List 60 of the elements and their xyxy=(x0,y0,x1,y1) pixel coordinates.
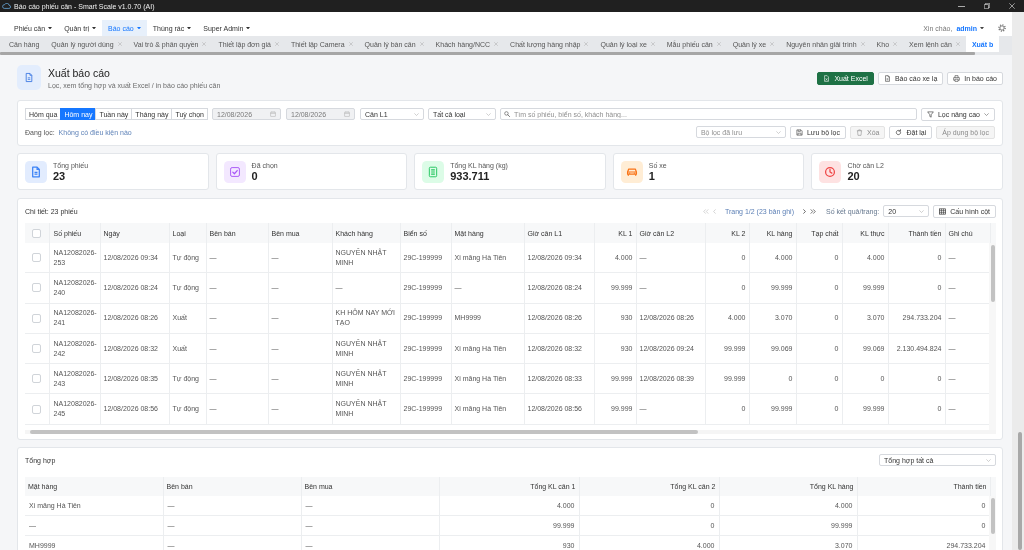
settings-icon[interactable] xyxy=(998,24,1006,32)
spreadsheet-icon xyxy=(823,75,831,82)
horizontal-scrollbar[interactable] xyxy=(25,430,996,434)
chevron-down-icon xyxy=(486,112,491,116)
restore-icon xyxy=(983,3,990,9)
chevron-down-icon xyxy=(919,209,925,213)
calendar-icon xyxy=(344,111,350,117)
chevron-down-icon xyxy=(775,130,781,134)
calendar-icon xyxy=(270,111,276,117)
cloud-icon xyxy=(2,3,11,9)
car-icon xyxy=(620,160,643,183)
row-checkbox[interactable] xyxy=(32,253,42,263)
stat-value: 23 xyxy=(53,169,66,183)
checked-box-icon xyxy=(223,160,246,183)
scrollbar-thumb[interactable] xyxy=(30,430,698,434)
document-icon xyxy=(17,65,41,90)
reset-icon xyxy=(895,128,903,136)
list-document-icon xyxy=(422,160,445,183)
document-icon xyxy=(883,75,891,82)
page-title: Xuất báo cáo xyxy=(48,67,111,79)
next-page-button[interactable] xyxy=(802,207,806,215)
caret-icon xyxy=(187,26,192,30)
stat-value: 20 xyxy=(847,169,861,183)
caret-icon xyxy=(246,26,251,30)
scrollbar-thumb[interactable] xyxy=(1018,432,1022,550)
scrollbar-thumb[interactable] xyxy=(990,498,995,534)
caret-icon xyxy=(48,26,53,30)
double-chevron-left-icon xyxy=(702,208,709,214)
clock-icon xyxy=(819,160,842,183)
vertical-scrollbar[interactable] xyxy=(1012,12,1024,550)
chevron-down-icon xyxy=(984,112,989,116)
double-chevron-right-icon xyxy=(809,208,816,214)
select-all-checkbox[interactable] xyxy=(32,228,42,238)
search-icon xyxy=(504,111,510,117)
last-page-button[interactable] xyxy=(809,207,816,215)
row-checkbox[interactable] xyxy=(32,283,42,293)
caret-icon xyxy=(136,26,141,30)
chevron-down-icon xyxy=(986,458,991,462)
vertical-scrollbar[interactable] xyxy=(989,496,996,550)
grid-icon xyxy=(939,207,947,215)
save-icon xyxy=(795,128,803,136)
caret-icon xyxy=(92,26,97,30)
minimize-icon xyxy=(958,5,965,7)
close-icon xyxy=(1008,3,1015,9)
document-icon xyxy=(25,160,47,183)
scrollbar-thumb[interactable] xyxy=(990,245,995,302)
printer-icon xyxy=(953,75,961,82)
chevron-down-icon xyxy=(414,112,419,116)
vertical-scrollbar[interactable] xyxy=(989,243,996,430)
trash-icon xyxy=(856,128,863,136)
stat-value: 0 xyxy=(251,169,259,183)
filter-icon xyxy=(926,110,934,118)
row-checkbox[interactable] xyxy=(32,404,42,414)
row-checkbox[interactable] xyxy=(32,313,42,323)
chevron-right-icon xyxy=(802,208,806,214)
row-checkbox[interactable] xyxy=(32,374,42,384)
stat-value: 1 xyxy=(648,169,656,183)
stat-value: 933.711 xyxy=(450,169,490,183)
caret-icon xyxy=(980,26,984,30)
row-checkbox[interactable] xyxy=(32,344,42,354)
